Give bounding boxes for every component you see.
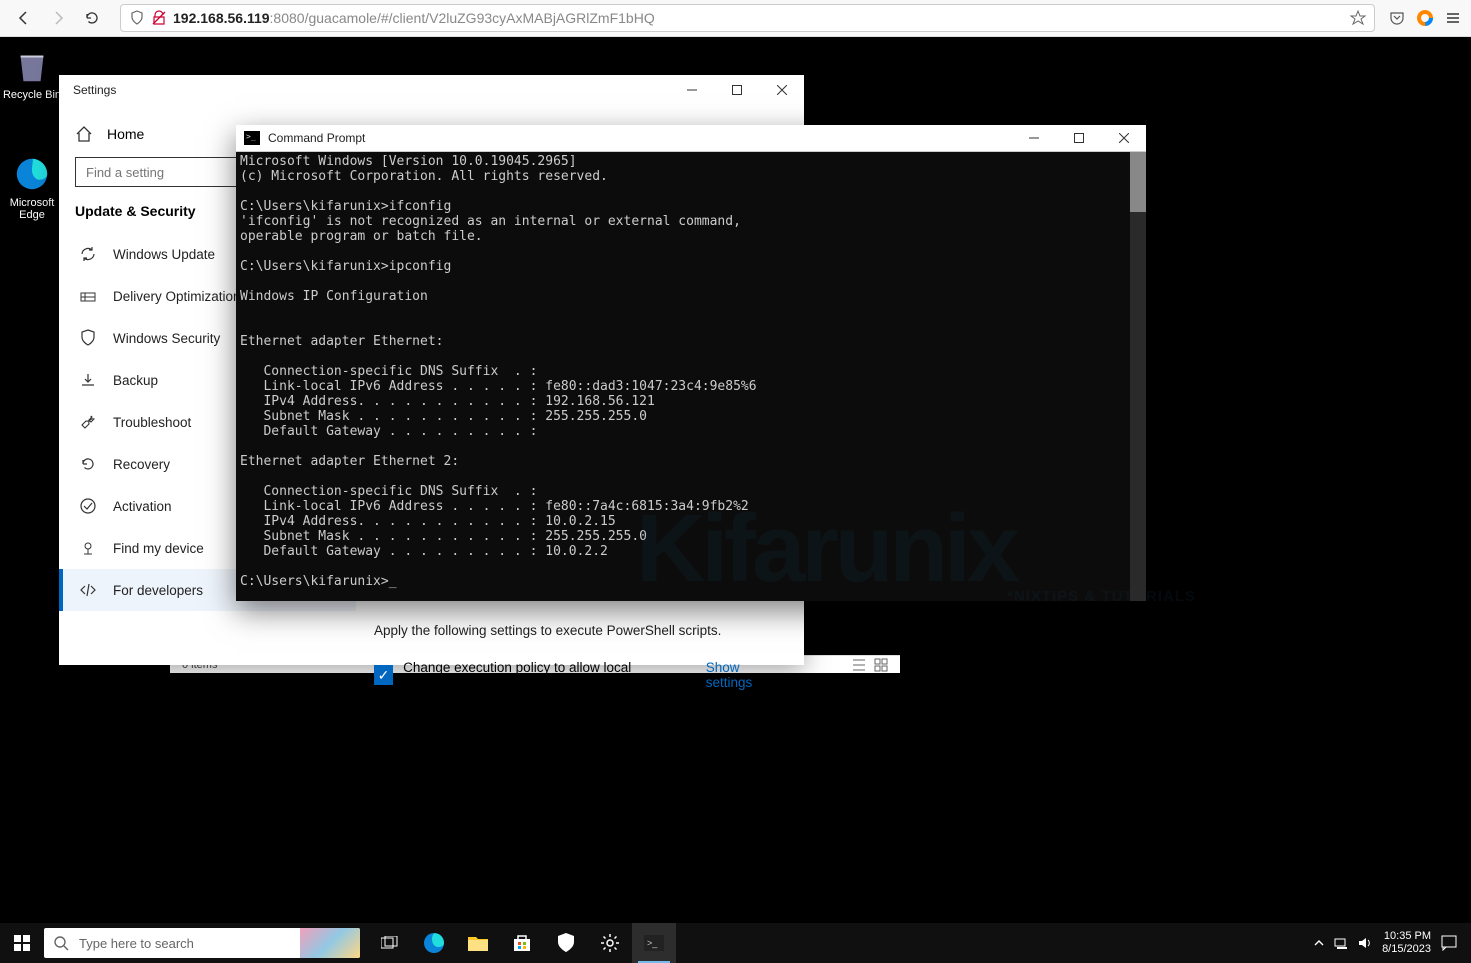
- delivery-icon: [79, 287, 97, 305]
- sync-icon: [79, 245, 97, 263]
- taskbar-edge-icon[interactable]: [412, 923, 456, 963]
- sidebar-item-label: Windows Update: [113, 247, 215, 262]
- powershell-checkbox-label: Change execution policy to allow local P…: [403, 660, 690, 690]
- shield-icon: [79, 329, 97, 347]
- tray-network-icon[interactable]: [1334, 936, 1348, 950]
- taskbar-search-placeholder: Type here to search: [79, 936, 194, 951]
- search-art-icon: [300, 928, 360, 958]
- explorer-view-details-icon[interactable]: [852, 658, 866, 672]
- location-icon: [79, 539, 97, 557]
- code-icon: [79, 581, 97, 599]
- sidebar-item-label: Delivery Optimization: [113, 289, 241, 304]
- powershell-description: Apply the following settings to execute …: [374, 623, 786, 638]
- bookmark-star-icon[interactable]: [1350, 10, 1366, 26]
- start-button[interactable]: [0, 923, 44, 963]
- task-view-button[interactable]: [368, 923, 412, 963]
- account-icon[interactable]: [1417, 10, 1433, 26]
- sidebar-item-label: For developers: [113, 583, 203, 598]
- search-icon: [54, 936, 69, 951]
- tray-time: 10:35 PM: [1382, 930, 1431, 943]
- cmd-maximize-button[interactable]: [1056, 123, 1101, 153]
- settings-title: Settings: [73, 83, 116, 97]
- sidebar-item-label: Windows Security: [113, 331, 220, 346]
- sidebar-item-label: Find my device: [113, 541, 204, 556]
- powershell-checkbox[interactable]: ✓: [374, 665, 393, 685]
- nav-forward-button[interactable]: [44, 4, 72, 32]
- wrench-icon: [79, 413, 97, 431]
- nav-reload-button[interactable]: [78, 4, 106, 32]
- taskbar: Type here to search >_: [0, 923, 1471, 963]
- cmd-scrollbar-thumb[interactable]: [1130, 152, 1146, 212]
- check-circle-icon: [79, 497, 97, 515]
- tray-volume-icon[interactable]: [1358, 936, 1372, 950]
- taskbar-search-input[interactable]: Type here to search: [44, 928, 360, 958]
- recovery-icon: [79, 455, 97, 473]
- shield-icon: [129, 10, 145, 26]
- sidebar-item-label: Activation: [113, 499, 172, 514]
- edge-label: Microsoft Edge: [2, 197, 62, 221]
- sidebar-item-label: Backup: [113, 373, 158, 388]
- edge-icon[interactable]: Microsoft Edge: [2, 155, 62, 221]
- sidebar-item-label: Recovery: [113, 457, 170, 472]
- url-text: 192.168.56.119:8080/guacamole/#/client/V…: [173, 10, 655, 26]
- browser-toolbar: 192.168.56.119:8080/guacamole/#/client/V…: [0, 0, 1471, 37]
- settings-home-label: Home: [107, 126, 144, 142]
- taskbar-explorer-icon[interactable]: [456, 923, 500, 963]
- taskbar-security-icon[interactable]: [544, 923, 588, 963]
- settings-close-button[interactable]: [759, 75, 804, 105]
- recycle-bin-icon[interactable]: Recycle Bin: [2, 47, 62, 101]
- cmd-titlebar[interactable]: Command Prompt: [236, 125, 1146, 152]
- system-tray: 10:35 PM 8/15/2023: [1314, 930, 1471, 956]
- cmd-window: Command Prompt Microsoft Windows [Versio…: [236, 125, 1146, 601]
- remote-desktop[interactable]: Recycle Bin Microsoft Edge 0 items Setti…: [0, 37, 1471, 963]
- cmd-scrollbar-track[interactable]: [1130, 152, 1146, 601]
- sidebar-item-label: Troubleshoot: [113, 415, 191, 430]
- svg-text:>_: >_: [647, 938, 658, 948]
- desktop-surface[interactable]: Recycle Bin Microsoft Edge 0 items Setti…: [0, 37, 1471, 963]
- settings-titlebar[interactable]: Settings: [59, 75, 804, 105]
- explorer-view-icons-icon[interactable]: [874, 658, 888, 672]
- tray-date: 8/15/2023: [1382, 943, 1431, 956]
- tray-notifications-icon[interactable]: [1441, 935, 1457, 951]
- nav-back-button[interactable]: [10, 4, 38, 32]
- tray-overflow-button[interactable]: [1314, 938, 1324, 948]
- tray-clock[interactable]: 10:35 PM 8/15/2023: [1382, 930, 1431, 956]
- taskbar-settings-icon[interactable]: [588, 923, 632, 963]
- pocket-icon[interactable]: [1389, 10, 1405, 26]
- taskbar-store-icon[interactable]: [500, 923, 544, 963]
- recycle-bin-label: Recycle Bin: [2, 89, 62, 101]
- backup-icon: [79, 371, 97, 389]
- address-bar[interactable]: 192.168.56.119:8080/guacamole/#/client/V…: [120, 4, 1375, 32]
- taskbar-cmd-icon[interactable]: >_: [632, 923, 676, 963]
- show-settings-link[interactable]: Show settings: [706, 660, 786, 690]
- cmd-icon: [244, 131, 260, 145]
- hamburger-menu-icon[interactable]: [1445, 10, 1461, 26]
- cmd-close-button[interactable]: [1101, 123, 1146, 153]
- browser-right-controls: [1389, 10, 1461, 26]
- cmd-output[interactable]: Microsoft Windows [Version 10.0.19045.29…: [236, 152, 1146, 591]
- settings-minimize-button[interactable]: [669, 75, 714, 105]
- lock-insecure-icon: [151, 10, 167, 26]
- cmd-minimize-button[interactable]: [1011, 123, 1056, 153]
- home-icon: [75, 125, 93, 143]
- cmd-title: Command Prompt: [268, 131, 365, 145]
- settings-maximize-button[interactable]: [714, 75, 759, 105]
